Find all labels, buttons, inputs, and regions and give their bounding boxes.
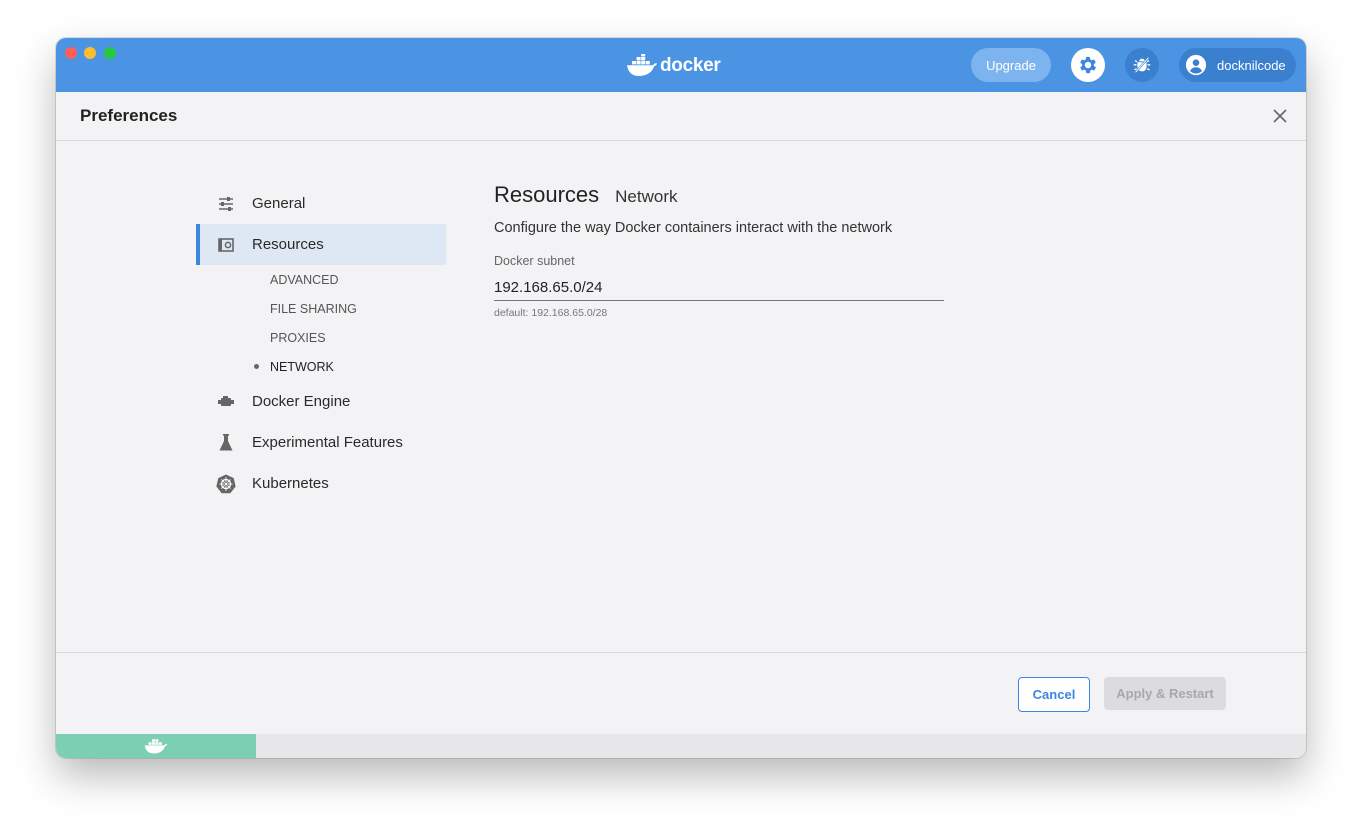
preferences-sidebar: General Resources ADVANCED FILE SHARING … — [196, 183, 446, 504]
docker-whale-icon — [627, 54, 657, 76]
sliders-icon — [216, 194, 236, 214]
active-indicator-dot — [254, 364, 259, 369]
sidebar-item-label: General — [252, 195, 306, 212]
docker-logo: docker — [626, 52, 721, 80]
sidebar-item-experimental-features[interactable]: Experimental Features — [196, 422, 446, 463]
sidebar-subitem-label: PROXIES — [270, 330, 326, 345]
section-description: Configure the way Docker containers inte… — [494, 220, 893, 236]
user-avatar-icon — [1185, 54, 1207, 76]
sidebar-item-label: Docker Engine — [252, 393, 351, 410]
engine-status-indicator — [56, 734, 256, 758]
preferences-window: docker Upgrade docknilcode Preferences G… — [56, 38, 1306, 758]
network-settings-panel: Resources Network Configure the way Dock… — [494, 182, 954, 319]
docker-whale-icon — [144, 739, 168, 754]
sidebar-item-docker-engine[interactable]: Docker Engine — [196, 381, 446, 422]
sidebar-item-general[interactable]: General — [196, 183, 446, 224]
cancel-button[interactable]: Cancel — [1018, 677, 1090, 712]
bug-icon — [1133, 57, 1151, 73]
subsection-title: Network — [615, 187, 678, 206]
subnet-label: Docker subnet — [494, 254, 575, 268]
sidebar-subitem-label: FILE SHARING — [270, 301, 357, 316]
close-preferences-button[interactable] — [1270, 106, 1290, 126]
window-close-button[interactable] — [65, 47, 77, 59]
preferences-header: Preferences — [56, 92, 1306, 141]
sidebar-subitem-file-sharing[interactable]: FILE SHARING — [196, 294, 446, 323]
section-heading: Resources Network — [494, 182, 954, 208]
footer-divider — [56, 652, 1306, 653]
flask-icon — [216, 433, 236, 453]
page-title: Preferences — [80, 106, 178, 125]
sidebar-item-resources[interactable]: Resources — [196, 224, 446, 265]
engine-icon — [216, 392, 236, 412]
sidebar-item-kubernetes[interactable]: Kubernetes — [196, 463, 446, 504]
sidebar-item-label: Experimental Features — [252, 434, 403, 451]
window-zoom-button[interactable] — [104, 47, 116, 59]
title-bar: docker Upgrade docknilcode — [56, 38, 1306, 92]
sidebar-subitem-label: ADVANCED — [270, 272, 339, 287]
window-minimize-button[interactable] — [84, 47, 96, 59]
troubleshoot-button[interactable] — [1125, 48, 1159, 82]
sidebar-subitem-proxies[interactable]: PROXIES — [196, 323, 446, 352]
sidebar-subitem-advanced[interactable]: ADVANCED — [196, 265, 446, 294]
gear-icon — [1080, 56, 1096, 74]
sidebar-subitem-network[interactable]: NETWORK — [196, 352, 446, 381]
resources-icon — [216, 235, 236, 255]
status-bar — [56, 734, 1306, 758]
user-account-button[interactable]: docknilcode — [1179, 48, 1296, 82]
settings-button[interactable] — [1071, 48, 1105, 82]
apply-restart-button[interactable]: Apply & Restart — [1104, 677, 1226, 710]
section-title: Resources — [494, 182, 600, 207]
docker-subnet-input[interactable] — [494, 274, 944, 301]
kubernetes-icon — [216, 474, 236, 494]
username-label: docknilcode — [1217, 57, 1286, 73]
upgrade-button[interactable]: Upgrade — [971, 48, 1051, 82]
logo-text: docker — [660, 55, 721, 76]
sidebar-item-label: Kubernetes — [252, 475, 329, 492]
sidebar-item-label: Resources — [252, 236, 324, 253]
sidebar-subitem-label: NETWORK — [270, 359, 334, 374]
close-icon — [1273, 109, 1287, 123]
subnet-hint: default: 192.168.65.0/28 — [494, 307, 608, 319]
